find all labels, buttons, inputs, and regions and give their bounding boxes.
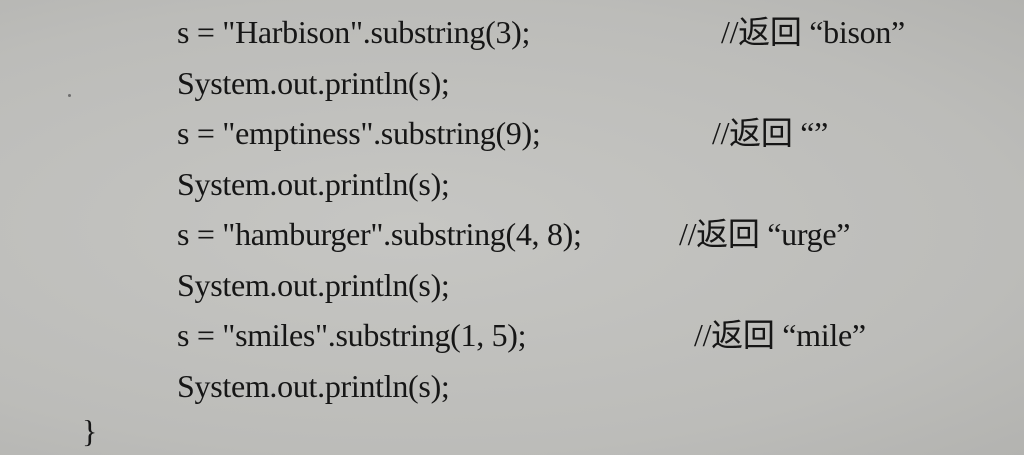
scan-speck [68, 94, 71, 97]
code-line-6: System.out.println(s); [177, 259, 450, 311]
code-line-7: s = "smiles".substring(1, 5); //返回 “mile… [177, 309, 866, 361]
code-statement: s = "Harbison".substring(3); [177, 14, 531, 50]
code-statement: System.out.println(s); [177, 166, 450, 202]
code-line-8: System.out.println(s); [177, 360, 450, 412]
code-line-1: s = "Harbison".substring(3); //返回 “bison… [177, 6, 905, 58]
code-comment: //返回 “mile” [694, 317, 866, 353]
code-statement: s = "emptiness".substring(9); [177, 115, 541, 151]
code-line-5: s = "hamburger".substring(4, 8); //返回 “u… [177, 208, 850, 260]
code-line-2: System.out.println(s); [177, 57, 450, 109]
code-line-3: s = "emptiness".substring(9); //返回 “” [177, 107, 828, 159]
code-statement: s = "smiles".substring(1, 5); [177, 317, 527, 353]
code-snippet-page: s = "Harbison".substring(3); //返回 “bison… [0, 0, 1024, 455]
code-statement: } [82, 413, 98, 449]
code-line-4: System.out.println(s); [177, 158, 450, 210]
code-statement: System.out.println(s); [177, 267, 450, 303]
code-statement: System.out.println(s); [177, 65, 450, 101]
closing-brace: } [82, 405, 113, 455]
code-statement: s = "hamburger".substring(4, 8); [177, 216, 582, 252]
code-statement: System.out.println(s); [177, 368, 450, 404]
code-comment: //返回 “urge” [679, 216, 851, 252]
code-comment: //返回 “” [712, 115, 829, 151]
code-comment: //返回 “bison” [721, 14, 905, 50]
